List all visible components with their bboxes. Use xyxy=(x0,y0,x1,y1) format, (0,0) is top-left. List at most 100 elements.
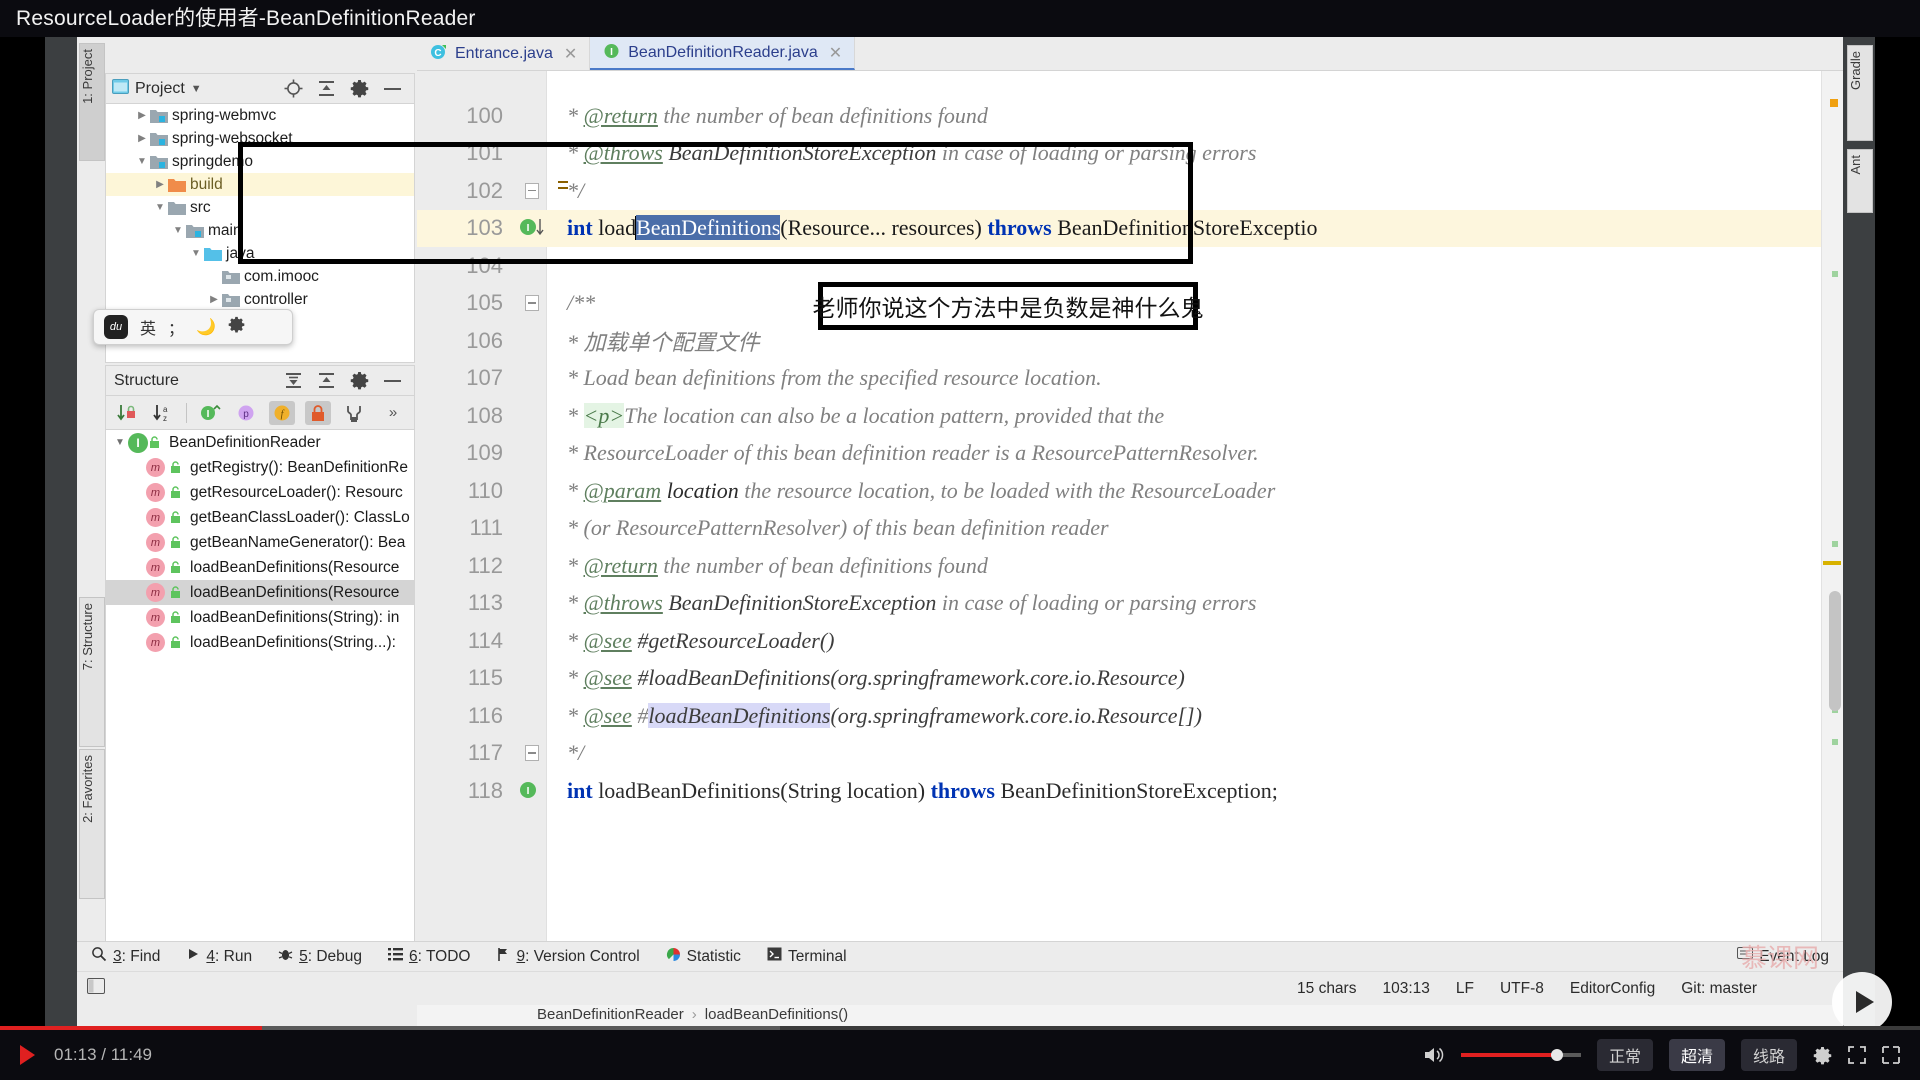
ime-punctuation-mode[interactable]: ； xyxy=(168,315,184,339)
collapse-all-icon[interactable] xyxy=(317,372,336,389)
chevron-down-icon[interactable]: ▼ xyxy=(170,225,186,236)
status-line-separator[interactable]: LF xyxy=(1456,980,1474,998)
gear-icon[interactable] xyxy=(228,316,245,338)
code-line[interactable]: 117 */ xyxy=(417,735,1843,773)
gear-icon[interactable] xyxy=(350,79,369,98)
breadcrumb-part[interactable]: loadBeanDefinitions() xyxy=(705,1006,848,1023)
tool-window-run[interactable]: 4: Run xyxy=(186,947,252,966)
show-non-public-button[interactable] xyxy=(305,400,331,425)
list-item[interactable]: m getBeanNameGenerator(): Bea xyxy=(106,530,414,555)
list-item[interactable]: m getBeanClassLoader(): ClassLo xyxy=(106,505,414,530)
video-frame[interactable]: 1: Project 7: Structure 2: Favorites Gra… xyxy=(0,37,1920,1030)
expand-all-icon[interactable] xyxy=(284,372,303,389)
code-line[interactable]: 118 I int loadBeanDefinitions(String loc… xyxy=(417,772,1843,810)
list-item[interactable]: ▼ I BeanDefinitionReader xyxy=(106,430,414,455)
code-line[interactable]: 111 * (or ResourcePatternResolver) of th… xyxy=(417,510,1843,548)
tool-window-terminal[interactable]: Terminal xyxy=(767,947,847,966)
close-icon[interactable]: ✕ xyxy=(829,43,842,63)
code-line[interactable]: 114 * @see #getResourceLoader() xyxy=(417,622,1843,660)
chevron-down-icon[interactable]: ▼ xyxy=(188,248,204,259)
progress-bar[interactable] xyxy=(0,1026,1920,1030)
volume-icon[interactable] xyxy=(1423,1046,1445,1064)
line-select-button[interactable]: 线路 xyxy=(1740,1039,1797,1071)
quality-hd-button[interactable]: 超清 xyxy=(1668,1039,1725,1071)
fullscreen-icon[interactable] xyxy=(1882,1046,1900,1064)
code-line[interactable]: 100 * @return the number of bean definit… xyxy=(417,97,1843,135)
sidebar-item-project[interactable]: 1: Project xyxy=(79,43,105,161)
marker-highlight[interactable] xyxy=(1823,561,1841,565)
minimize-icon[interactable] xyxy=(383,378,402,384)
breadcrumb-part[interactable]: BeanDefinitionReader xyxy=(537,1006,684,1023)
list-item[interactable]: m getRegistry(): BeanDefinitionRe xyxy=(106,455,414,480)
structure-list[interactable]: ▼ I BeanDefinitionReader m getRegistry()… xyxy=(106,430,414,984)
volume-knob[interactable] xyxy=(1550,1049,1563,1061)
tool-window-debug[interactable]: 5: Debug xyxy=(278,947,362,967)
sidebar-item-ant[interactable]: Ant xyxy=(1847,149,1873,213)
expand-icon[interactable] xyxy=(1848,1046,1866,1064)
locate-icon[interactable] xyxy=(284,79,303,98)
marker-change[interactable] xyxy=(1832,739,1838,745)
editor-scrollbar-thumb[interactable] xyxy=(1829,591,1841,711)
sort-alphabetically-button[interactable]: az xyxy=(150,401,176,425)
code-line[interactable]: 107 * Load bean definitions from the spe… xyxy=(417,360,1843,398)
tree-row[interactable]: ▶ spring-webmvc xyxy=(106,104,414,127)
chevron-right-icon[interactable]: ▶ xyxy=(206,294,222,305)
list-item[interactable]: m loadBeanDefinitions(String): in xyxy=(106,605,414,630)
play-overlay-button[interactable] xyxy=(1832,972,1892,1032)
marker-change[interactable] xyxy=(1832,541,1838,547)
list-item[interactable]: m loadBeanDefinitions(String...): xyxy=(106,630,414,655)
tool-window-statistic[interactable]: Statistic xyxy=(666,947,741,967)
tree-row[interactable]: com.imooc xyxy=(106,265,414,288)
tree-row[interactable]: ▶ controller xyxy=(106,288,414,311)
sidebar-item-gradle[interactable]: Gradle xyxy=(1847,45,1873,141)
sidebar-item-structure[interactable]: 7: Structure xyxy=(79,597,105,747)
more-button[interactable]: » xyxy=(380,401,406,425)
marker-gutter[interactable] xyxy=(1821,71,1843,1001)
list-item[interactable]: m getResourceLoader(): Resourc xyxy=(106,480,414,505)
tool-window-find[interactable]: 3: Find xyxy=(91,946,160,967)
ime-floating-bar[interactable]: du 英 ； 🌙 xyxy=(93,309,293,345)
ime-language-mode[interactable]: 英 xyxy=(140,315,156,339)
volume-slider[interactable] xyxy=(1460,1049,1581,1061)
gear-icon[interactable] xyxy=(350,371,369,390)
code-line[interactable]: 116 * @see #loadBeanDefinitions(org.spri… xyxy=(417,697,1843,735)
fold-marker-icon[interactable] xyxy=(525,745,539,762)
status-editor-config[interactable]: EditorConfig xyxy=(1570,980,1655,998)
tool-window-todo[interactable]: 6: TODO xyxy=(388,947,470,966)
chevron-down-icon[interactable]: ▼ xyxy=(191,83,202,95)
chevron-right-icon[interactable]: ▶ xyxy=(152,179,168,190)
status-caret-position[interactable]: 103:13 xyxy=(1382,980,1429,998)
marker-warning[interactable] xyxy=(1830,99,1838,107)
code-line[interactable]: 109 * ResourceLoader of this bean defini… xyxy=(417,435,1843,473)
code-line[interactable]: 108 * <p>The location can also be a loca… xyxy=(417,397,1843,435)
implemented-marker-icon[interactable]: I xyxy=(517,779,547,803)
marker-change[interactable] xyxy=(1832,271,1838,277)
ime-logo-icon[interactable]: du xyxy=(104,315,128,339)
show-tool-windows-icon[interactable] xyxy=(77,978,105,999)
code-line[interactable]: 110 * @param location the resource locat… xyxy=(417,472,1843,510)
status-encoding[interactable]: UTF-8 xyxy=(1500,980,1544,998)
show-inherited-button[interactable]: I xyxy=(197,401,223,425)
close-icon[interactable]: ✕ xyxy=(564,44,577,64)
code-line[interactable]: 113 * @throws BeanDefinitionStoreExcepti… xyxy=(417,585,1843,623)
list-item-selected[interactable]: m loadBeanDefinitions(Resource xyxy=(106,580,414,605)
list-item[interactable]: m loadBeanDefinitions(Resource xyxy=(106,555,414,580)
sort-by-visibility-button[interactable] xyxy=(114,401,140,425)
chevron-right-icon[interactable]: ▶ xyxy=(134,110,150,121)
collapse-all-icon[interactable] xyxy=(317,80,336,97)
chevron-down-icon[interactable]: ▼ xyxy=(152,202,168,213)
minimize-icon[interactable] xyxy=(383,86,402,92)
sidebar-item-favorites[interactable]: 2: Favorites xyxy=(79,749,105,899)
gear-icon[interactable] xyxy=(1813,1046,1832,1065)
show-fields-button[interactable]: f xyxy=(269,400,295,425)
chevron-right-icon[interactable]: ▶ xyxy=(134,133,150,144)
show-hierarchy-button[interactable] xyxy=(341,401,367,425)
fold-marker-icon[interactable] xyxy=(525,295,539,312)
tab-entrance-java[interactable]: C Entrance.java ✕ xyxy=(417,37,591,70)
chevron-down-icon[interactable]: ▼ xyxy=(112,437,128,448)
play-button[interactable] xyxy=(0,1045,54,1065)
code-line[interactable]: 112 * @return the number of bean definit… xyxy=(417,547,1843,585)
chevron-down-icon[interactable]: ▼ xyxy=(134,156,150,167)
tab-beandefinitionreader-java[interactable]: I BeanDefinitionReader.java ✕ xyxy=(590,37,856,70)
tool-window-version-control[interactable]: 9: Version Control xyxy=(496,947,640,967)
